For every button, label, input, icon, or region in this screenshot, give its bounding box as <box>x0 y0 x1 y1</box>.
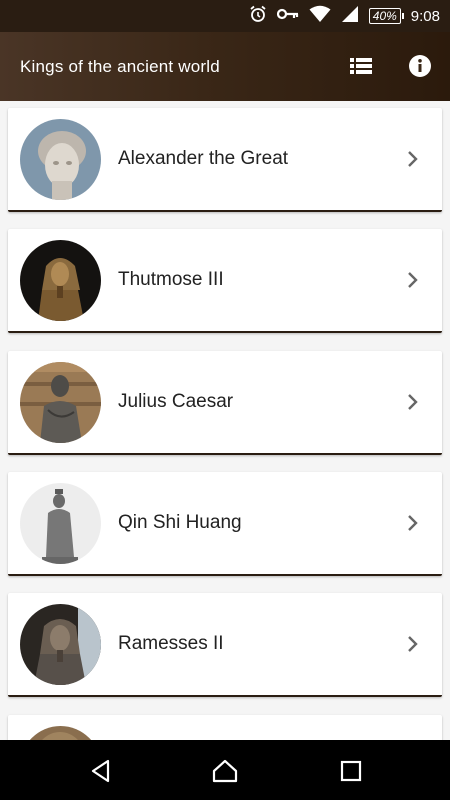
back-icon[interactable] <box>88 758 114 784</box>
vpn-key-icon <box>276 7 299 25</box>
king-name: Julius Caesar <box>118 391 234 412</box>
info-icon[interactable] <box>408 54 432 78</box>
list-view-icon[interactable] <box>349 54 373 78</box>
wifi-icon <box>309 5 331 27</box>
king-name: Ramesses II <box>118 633 224 654</box>
king-name: Alexander the Great <box>118 148 289 169</box>
avatar <box>20 240 101 321</box>
battery-icon: 40% <box>368 8 404 24</box>
chevron-right-icon <box>408 515 418 531</box>
status-icons: 40% 9:08 <box>249 0 440 32</box>
avatar <box>20 119 101 200</box>
app-bar: Kings of the ancient world <box>0 32 450 101</box>
list-item-partial[interactable] <box>8 715 442 740</box>
avatar <box>20 362 101 443</box>
chevron-right-icon <box>408 151 418 167</box>
navigation-bar <box>0 740 450 800</box>
alarm-icon <box>249 5 267 27</box>
signal-icon <box>341 5 359 27</box>
list-item-ramesses-ii[interactable]: Ramesses II <box>8 593 442 697</box>
home-icon[interactable] <box>212 758 238 784</box>
chevron-right-icon <box>408 636 418 652</box>
list-item-alexander-the-great[interactable]: Alexander the Great <box>8 108 442 212</box>
king-name: Thutmose III <box>118 269 224 290</box>
king-name: Qin Shi Huang <box>118 512 242 533</box>
status-bar: 40% 9:08 <box>0 0 450 32</box>
kings-list: Alexander the Great Thutmose III Julius … <box>0 101 450 740</box>
avatar <box>20 726 101 740</box>
list-item-qin-shi-huang[interactable]: Qin Shi Huang <box>8 472 442 576</box>
chevron-right-icon <box>408 272 418 288</box>
avatar <box>20 483 101 564</box>
list-item-thutmose-iii[interactable]: Thutmose III <box>8 229 442 333</box>
recents-icon[interactable] <box>338 758 364 784</box>
chevron-right-icon <box>408 394 418 410</box>
list-item-julius-caesar[interactable]: Julius Caesar <box>8 351 442 455</box>
avatar <box>20 604 101 685</box>
status-time: 9:08 <box>410 7 440 25</box>
app-title: Kings of the ancient world <box>20 57 220 76</box>
